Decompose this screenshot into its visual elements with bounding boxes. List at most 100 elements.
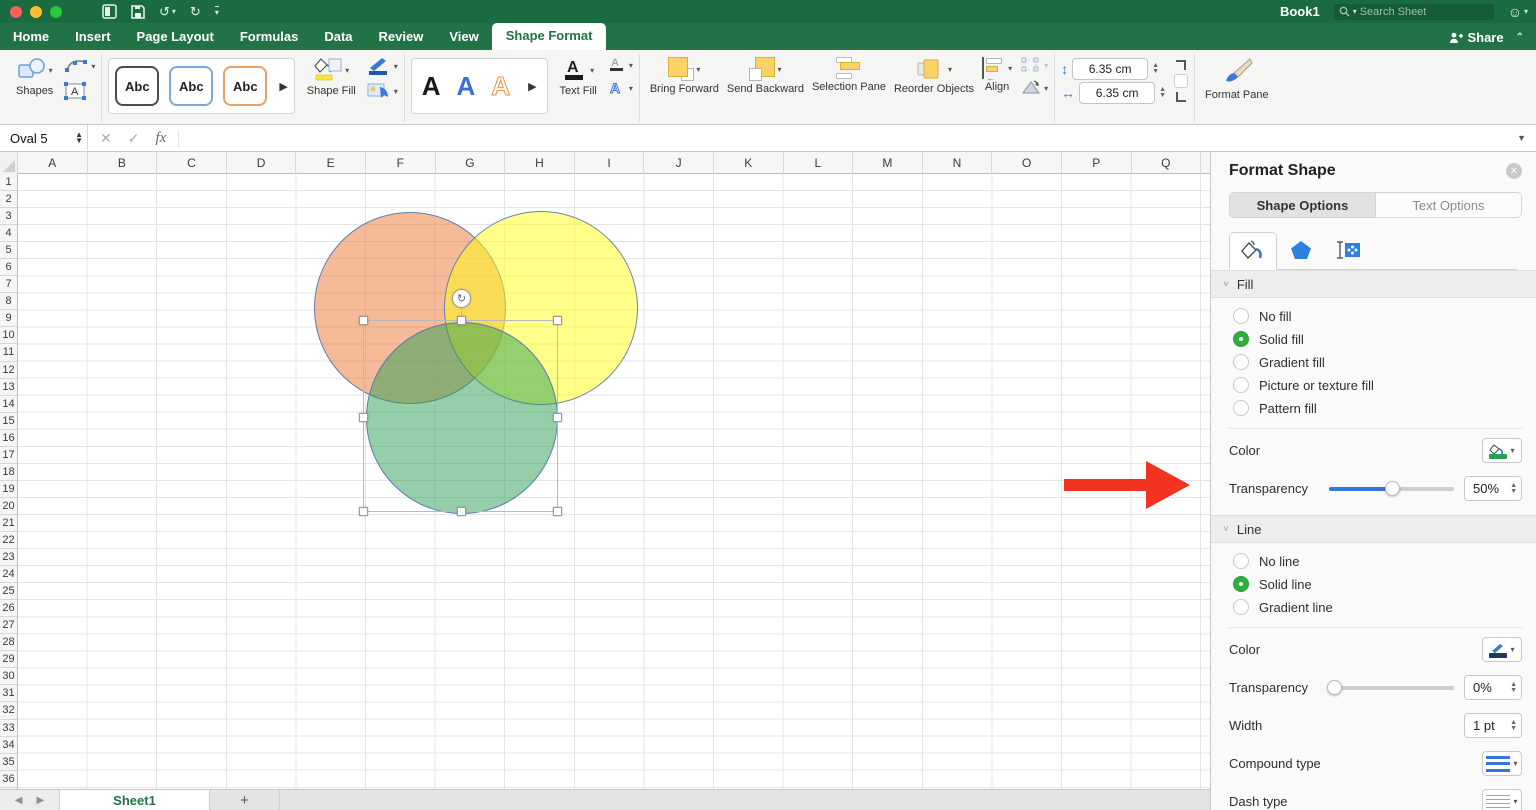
height-stepper[interactable]: ▲▼ [1152, 63, 1159, 75]
lock-aspect-checkbox[interactable] [1174, 74, 1188, 88]
column-header[interactable]: J [644, 152, 714, 174]
radio-picture-fill[interactable]: Picture or texture fill [1233, 377, 1536, 393]
shape-height-field[interactable]: ↕ 6.35 cm ▲▼ [1061, 58, 1166, 80]
column-header[interactable]: Q [1132, 152, 1202, 174]
reorder-objects-button[interactable]: ▾ Reorder Objects [890, 56, 978, 97]
row-header[interactable]: 14 [0, 396, 17, 413]
radio-no-fill[interactable]: No fill [1233, 308, 1536, 324]
spreadsheet-grid[interactable]: ABCDEFGHIJKLMNOPQ 1234567891011121314151… [0, 152, 1210, 810]
row-header[interactable]: 4 [0, 225, 17, 242]
row-header[interactable]: 18 [0, 464, 17, 481]
column-header[interactable]: P [1062, 152, 1132, 174]
edit-points-button[interactable]: ▾ [63, 56, 95, 76]
format-pane-button[interactable]: Format Pane [1201, 56, 1273, 103]
close-panel-icon[interactable]: ✕ [1506, 163, 1522, 179]
row-header[interactable]: 10 [0, 327, 17, 344]
row-header[interactable]: 6 [0, 259, 17, 276]
row-header[interactable]: 27 [0, 617, 17, 634]
wordart-style-2[interactable]: A [457, 71, 476, 102]
radio-pattern-fill[interactable]: Pattern fill [1233, 400, 1536, 416]
row-header[interactable]: 7 [0, 276, 17, 293]
name-box-stepper[interactable]: ▲▼ [75, 132, 83, 144]
shape-effects-button[interactable]: ▾ [366, 81, 398, 101]
expand-formula-bar-icon[interactable]: ▼ [1517, 133, 1536, 143]
row-header[interactable]: 21 [0, 515, 17, 532]
line-transparency-value[interactable]: 0% ▲▼ [1464, 675, 1522, 700]
column-header[interactable]: O [992, 152, 1062, 174]
radio-solid-fill[interactable]: Solid fill [1233, 331, 1536, 347]
width-stepper[interactable]: ▲▼ [1159, 87, 1166, 99]
row-header[interactable]: 15 [0, 413, 17, 430]
shapes-button[interactable]: ▾ Shapes [12, 56, 57, 99]
column-header[interactable]: E [296, 152, 366, 174]
column-header[interactable]: D [227, 152, 297, 174]
row-header[interactable]: 13 [0, 379, 17, 396]
row-header[interactable]: 24 [0, 566, 17, 583]
radio-gradient-line[interactable]: Gradient line [1233, 599, 1536, 615]
column-header[interactable]: K [714, 152, 784, 174]
resize-handle-e[interactable] [553, 413, 562, 422]
feedback-smiley-icon[interactable]: ☺ ▾ [1508, 4, 1528, 20]
row-header[interactable]: 5 [0, 242, 17, 259]
bring-forward-button[interactable]: ▾ Bring Forward [646, 56, 723, 97]
row-header[interactable]: 16 [0, 430, 17, 447]
zoom-window-button[interactable] [50, 6, 62, 18]
row-header[interactable]: 28 [0, 634, 17, 651]
column-header[interactable]: A [18, 152, 88, 174]
resize-handle-ne[interactable] [553, 316, 562, 325]
row-header[interactable]: 2 [0, 191, 17, 208]
row-header[interactable]: 1 [0, 174, 17, 191]
select-all-corner[interactable] [0, 152, 18, 174]
tab-insert[interactable]: Insert [62, 24, 123, 50]
resize-handle-w[interactable] [359, 413, 368, 422]
selection-pane-button[interactable]: Selection Pane [808, 56, 890, 95]
shape-style-1[interactable]: Abc [115, 66, 159, 106]
effects-subtab[interactable] [1277, 231, 1325, 269]
row-header[interactable]: 23 [0, 549, 17, 566]
rotate-objects-button[interactable]: ▾ [1020, 79, 1048, 97]
row-header[interactable]: 34 [0, 737, 17, 754]
share-button[interactable]: Share [1449, 30, 1503, 45]
redo-button[interactable]: ↻ [190, 4, 201, 20]
text-fill-button[interactable]: A ▾ Text Fill [556, 56, 601, 99]
line-transparency-slider[interactable] [1329, 686, 1454, 690]
group-objects-button[interactable]: ▾ [1020, 56, 1048, 74]
row-header[interactable]: 26 [0, 600, 17, 617]
collapse-ribbon-icon[interactable]: ⌃ [1516, 32, 1524, 43]
name-box[interactable]: Oval 5 ▲▼ [0, 125, 88, 151]
customize-toolbar-icon[interactable]: ▾ [215, 6, 219, 17]
dash-type-button[interactable]: ▾ [1482, 789, 1522, 810]
tab-view[interactable]: View [436, 24, 491, 50]
shape-style-2[interactable]: Abc [169, 66, 213, 106]
rotate-handle[interactable]: ↻ [452, 289, 471, 308]
tab-home[interactable]: Home [0, 24, 62, 50]
align-button[interactable]: ← ▾ Align [978, 56, 1016, 95]
compound-type-button[interactable]: ▾ [1482, 751, 1522, 776]
tab-formulas[interactable]: Formulas [227, 24, 312, 50]
text-box-button[interactable]: A [63, 81, 95, 101]
line-section-header[interactable]: ˅ Line [1211, 515, 1536, 543]
minimize-window-button[interactable] [30, 6, 42, 18]
cancel-icon[interactable]: ✕ [100, 130, 112, 147]
undo-button[interactable]: ↺ ▾ [159, 4, 176, 20]
column-header[interactable]: L [784, 152, 854, 174]
sheet-tab-sheet1[interactable]: Sheet1 [60, 790, 210, 810]
line-width-value[interactable]: 1 pt ▲▼ [1464, 713, 1522, 738]
save-icon[interactable] [131, 5, 145, 19]
row-header[interactable]: 19 [0, 481, 17, 498]
column-header[interactable]: I [575, 152, 645, 174]
fill-transparency-slider[interactable] [1329, 487, 1454, 491]
insert-function-icon[interactable]: fx [155, 130, 166, 147]
column-header[interactable]: B [88, 152, 158, 174]
radio-no-line[interactable]: No line [1233, 553, 1536, 569]
shape-selection-box[interactable]: ↻ [363, 320, 558, 512]
search-scope-caret-icon[interactable]: ▾ [1353, 7, 1357, 16]
text-effects-button[interactable]: A ▾ [607, 79, 633, 97]
tab-page-layout[interactable]: Page Layout [124, 24, 227, 50]
resize-handle-s[interactable] [457, 507, 466, 516]
resize-handle-n[interactable] [457, 316, 466, 325]
row-header[interactable]: 3 [0, 208, 17, 225]
row-header[interactable]: 22 [0, 532, 17, 549]
fill-section-header[interactable]: ˅ Fill [1211, 270, 1536, 298]
next-sheet-icon[interactable]: ▶ [37, 795, 45, 806]
